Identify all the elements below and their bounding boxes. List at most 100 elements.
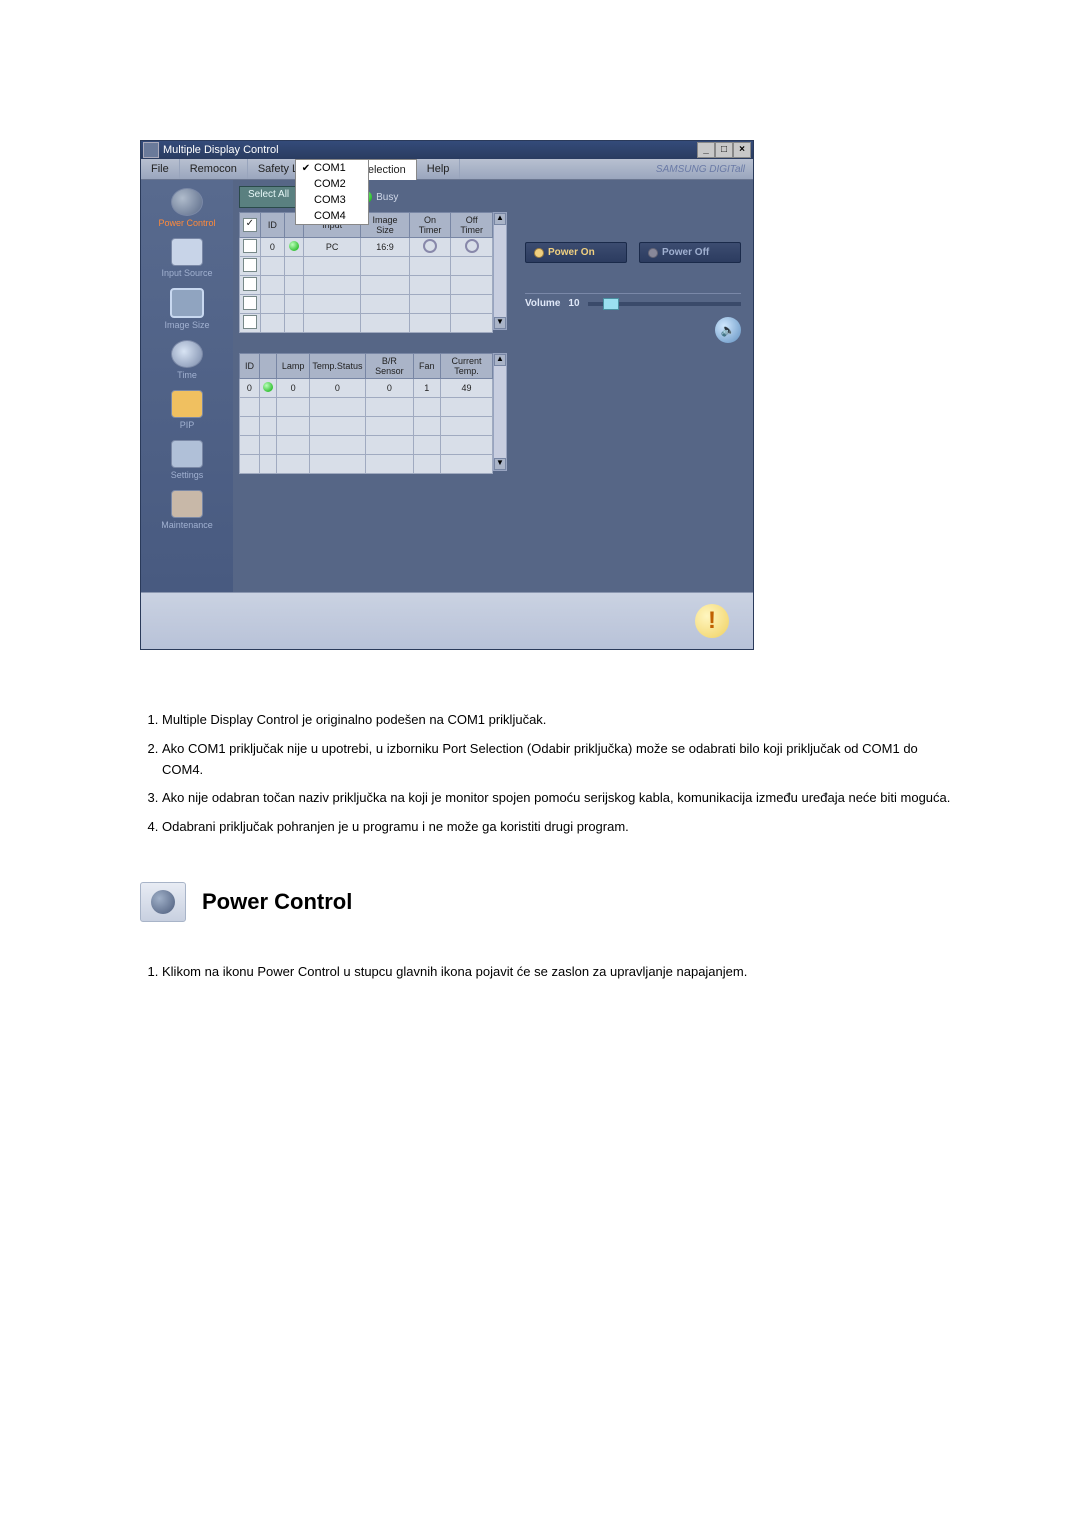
- window-title: Multiple Display Control: [163, 144, 697, 156]
- workspace: Power Control Input Source Image Size Ti…: [141, 180, 753, 592]
- table-row[interactable]: [240, 295, 493, 314]
- minimize-button[interactable]: _: [697, 142, 715, 158]
- list-item: Klikom na ikonu Power Control u stupcu g…: [162, 962, 960, 983]
- volume-slider[interactable]: [588, 302, 741, 306]
- table-row[interactable]: [240, 314, 493, 333]
- row-checkbox[interactable]: [243, 258, 257, 272]
- sidebar-label: PIP: [180, 420, 195, 430]
- cell-input: PC: [304, 238, 361, 257]
- sidebar-item-power-control[interactable]: Power Control: [141, 188, 233, 228]
- menu-help[interactable]: Help: [417, 159, 461, 179]
- col-status: [259, 354, 277, 379]
- table-row[interactable]: [240, 436, 493, 455]
- scrollbar[interactable]: ▲ ▼: [493, 212, 507, 330]
- cell-fan: 1: [413, 379, 440, 398]
- scroll-down-icon[interactable]: ▼: [494, 458, 506, 470]
- list-item: Ako COM1 priključak nije u upotrebi, u i…: [162, 739, 960, 781]
- menu-remocon[interactable]: Remocon: [180, 159, 248, 179]
- col-br-sensor: B/R Sensor: [366, 354, 414, 379]
- timer-off-icon: [465, 239, 479, 253]
- col-temp-status: Temp.Status: [309, 354, 365, 379]
- port-label: COM1: [314, 162, 346, 174]
- sidebar-label: Power Control: [158, 218, 215, 228]
- row-checkbox[interactable]: [243, 239, 257, 253]
- row-checkbox[interactable]: [243, 315, 257, 329]
- speaker-icon[interactable]: 🔈: [715, 317, 741, 343]
- status-bar: !: [141, 592, 753, 649]
- port-option-com3[interactable]: COM3: [296, 192, 368, 208]
- port-label: COM2: [314, 178, 346, 190]
- table-row[interactable]: 0 0 0 0 1 49: [240, 379, 493, 398]
- section-title: Power Control: [202, 889, 352, 915]
- cell-brsensor: 0: [366, 379, 414, 398]
- sidebar-item-settings[interactable]: Settings: [141, 440, 233, 480]
- table-row[interactable]: 0 PC 16:9: [240, 238, 493, 257]
- port-option-com1[interactable]: ✔COM1: [296, 160, 368, 176]
- volume-label: Volume: [525, 298, 560, 309]
- power-off-button[interactable]: Power Off: [639, 242, 741, 263]
- port-label: COM4: [314, 210, 346, 222]
- row-checkbox[interactable]: [243, 277, 257, 291]
- port-option-com4[interactable]: COM4: [296, 208, 368, 224]
- status-table: ID Lamp Temp.Status B/R Sensor Fan Curre…: [239, 353, 493, 474]
- list-item: Odabrani priključak pohranjen je u progr…: [162, 817, 960, 838]
- scrollbar[interactable]: ▲ ▼: [493, 353, 507, 471]
- sidebar-label: Time: [177, 370, 197, 380]
- table-row[interactable]: [240, 276, 493, 295]
- scroll-up-icon[interactable]: ▲: [494, 213, 506, 225]
- power-on-label: Power On: [548, 247, 595, 258]
- radio-icon: [648, 248, 658, 258]
- port-option-com2[interactable]: COM2: [296, 176, 368, 192]
- table-row[interactable]: [240, 398, 493, 417]
- row-checkbox[interactable]: [243, 296, 257, 310]
- col-off-timer: Off Timer: [451, 213, 493, 238]
- cell-id: 0: [260, 238, 284, 257]
- sidebar-item-image-size[interactable]: Image Size: [141, 288, 233, 330]
- volume-value: 10: [568, 298, 579, 309]
- col-fan: Fan: [413, 354, 440, 379]
- col-id: ID: [260, 213, 284, 238]
- blank-icon: [300, 195, 312, 205]
- sidebar-item-input-source[interactable]: Input Source: [141, 238, 233, 278]
- control-panel: Power On Power Off Volume 10 🔈: [513, 180, 753, 592]
- close-button[interactable]: ×: [733, 142, 751, 158]
- sidebar-item-pip[interactable]: PIP: [141, 390, 233, 430]
- cell-currtemp: 49: [440, 379, 492, 398]
- timer-off-icon: [423, 239, 437, 253]
- status-dot-icon: [263, 382, 273, 392]
- scroll-up-icon[interactable]: ▲: [494, 354, 506, 366]
- checkbox-icon[interactable]: ✓: [243, 218, 257, 232]
- sidebar-label: Settings: [171, 470, 204, 480]
- scroll-down-icon[interactable]: ▼: [494, 317, 506, 329]
- table-row[interactable]: [240, 455, 493, 474]
- display-table: ✓ ID Input Image Size On Timer Off Timer…: [239, 212, 493, 333]
- input-icon: [171, 238, 203, 266]
- section-header: Power Control: [140, 882, 960, 922]
- sidebar-label: Image Size: [164, 320, 209, 330]
- maximize-button[interactable]: □: [715, 142, 733, 158]
- app-icon: [143, 142, 159, 158]
- sidebar-item-maintenance[interactable]: Maintenance: [141, 490, 233, 530]
- section-icon-frame: [140, 882, 186, 922]
- window-controls: _ □ ×: [697, 142, 751, 158]
- menu-bar: File Remocon Safety Lock Port Selection …: [141, 159, 753, 180]
- sidebar-item-time[interactable]: Time: [141, 340, 233, 380]
- table-row[interactable]: [240, 257, 493, 276]
- slider-handle-icon[interactable]: [603, 298, 619, 310]
- main-panel: ✔COM1 COM2 COM3 COM4 Select All Busy: [233, 180, 513, 592]
- sidebar: Power Control Input Source Image Size Ti…: [141, 180, 233, 592]
- power-on-button[interactable]: Power On: [525, 242, 627, 263]
- select-all-button[interactable]: Select All: [239, 186, 298, 208]
- settings-icon: [171, 440, 203, 468]
- list-item: Multiple Display Control je originalno p…: [162, 710, 960, 731]
- volume-control: Volume 10: [525, 293, 741, 313]
- pip-icon: [171, 390, 203, 418]
- sidebar-label: Maintenance: [161, 520, 213, 530]
- col-id: ID: [240, 354, 260, 379]
- power-icon: [171, 188, 203, 216]
- status-dot-icon: [289, 241, 299, 251]
- menu-file[interactable]: File: [141, 159, 180, 179]
- table-row[interactable]: [240, 417, 493, 436]
- brand-logo: SAMSUNG DIGITall: [656, 164, 753, 175]
- col-check[interactable]: ✓: [240, 213, 261, 238]
